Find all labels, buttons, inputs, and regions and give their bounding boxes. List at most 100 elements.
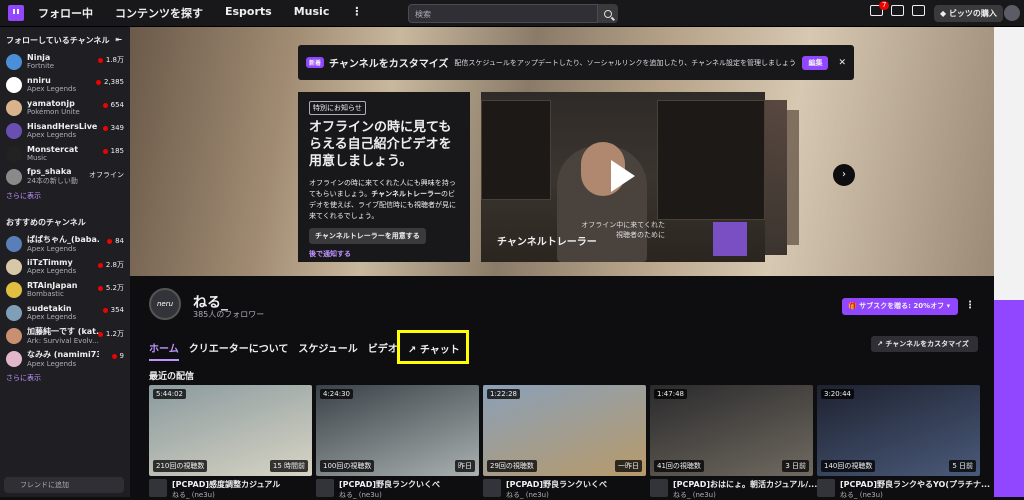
video-thumbnail[interactable]: 5:44:02 210回の視聴数 15 時間前: [149, 385, 312, 476]
chevron-down-icon: ▾: [944, 302, 951, 310]
channel-avatar-icon: [6, 281, 22, 298]
whispers-icon[interactable]: [912, 5, 925, 16]
customize-channel-button[interactable]: ↗ チャンネルをカスタマイズ: [871, 336, 978, 352]
followed-header: フォローしているチャンネル ⇤: [0, 27, 130, 50]
tab-chat[interactable]: ↗ チャット: [397, 330, 469, 364]
show-more-recommended[interactable]: さらに表示: [0, 370, 130, 391]
sidebar-channel-item[interactable]: Ninja Fortnite 1.8万: [0, 50, 130, 73]
play-icon[interactable]: [611, 160, 635, 192]
video-title[interactable]: [PCPAD]野良ランクいくべ: [339, 479, 440, 490]
promo-title: オフラインの時に見てもらえる自己紹介ビデオを用意しましょう。: [309, 120, 452, 169]
add-friend-search[interactable]: フレンドに追加: [4, 477, 124, 493]
channel-avatar-icon: [6, 145, 22, 162]
video-age: 昨日: [455, 460, 475, 472]
channel-name: HisandHersLive: [27, 122, 98, 131]
sidebar-channel-item[interactable]: ぱぱちゃん_(baba... Apex Legends 84: [0, 232, 130, 255]
tab-about[interactable]: クリエーターについて: [189, 340, 289, 361]
video-views: 29回の視聴数: [487, 460, 537, 472]
show-more-followed[interactable]: さらに表示: [0, 188, 130, 209]
video-title[interactable]: [PCPAD]野良ランクやるYO(プラチナ...: [840, 479, 990, 490]
video-thumbnail-row: 5:44:02 210回の視聴数 15 時間前 4:24:30 100回の視聴数 昨日 1:…: [149, 385, 980, 476]
video-channel[interactable]: ねる_ (ne3u): [673, 490, 817, 500]
video-channel[interactable]: ねる_ (ne3u): [840, 490, 990, 500]
carousel-next-preview-2: [787, 110, 799, 245]
gift-sub-button[interactable]: 🎁 サブスクを贈る: 20%オフ ▾: [842, 298, 958, 315]
channel-avatar[interactable]: neru: [149, 288, 181, 320]
more-menu-icon[interactable]: ⋮: [351, 5, 362, 21]
sidebar-channel-item[interactable]: HisandHersLive Apex Legends 349: [0, 119, 130, 142]
trailer-video-player[interactable]: オフライン中に来てくれた視聴者のために チャンネルトレーラー: [481, 92, 765, 262]
video-thumbnail[interactable]: 1:22:28 29回の視聴数 一昨日: [483, 385, 646, 476]
get-bits-button[interactable]: ◆ ビッツの購入: [934, 5, 1003, 22]
search-button[interactable]: [598, 4, 618, 23]
video-channel-avatar[interactable]: [483, 479, 501, 497]
carousel-next-icon[interactable]: ›: [833, 164, 855, 186]
search-input[interactable]: 検索: [408, 4, 598, 23]
channel-game: Pokémon Unite: [27, 108, 80, 116]
video-channel[interactable]: ねる_ (ne3u): [506, 490, 607, 500]
sidebar-channel-item[interactable]: なみみ (namimi73) Apex Legends 9: [0, 347, 130, 370]
sidebar-channel-item[interactable]: iiTzTimmy Apex Legends 2.8万: [0, 255, 130, 278]
sidebar-channel-item[interactable]: sudetakin Apex Legends 354: [0, 301, 130, 324]
top-icons: 7: [870, 1, 925, 16]
video-title[interactable]: [PCPAD]おはにょ。朝活カジュアル/...: [673, 479, 817, 490]
video-channel[interactable]: ねる_ (ne3u): [339, 490, 440, 500]
viewer-count-value: 654: [110, 101, 124, 109]
sidebar-channel-item[interactable]: yamatonjp Pokémon Unite 654: [0, 96, 130, 119]
tab-schedule[interactable]: スケジュール: [298, 340, 357, 361]
sidebar-channel-item[interactable]: RTAinJapan Bombastic 5.2万: [0, 278, 130, 301]
close-icon[interactable]: ✕: [838, 58, 846, 68]
viewer-count: 84: [107, 237, 124, 245]
video-title[interactable]: [PCPAD]野良ランクいくべ: [506, 479, 607, 490]
sidebar-channel-item[interactable]: nniru Apex Legends 2,385: [0, 73, 130, 96]
video-channel-avatar[interactable]: [650, 479, 668, 497]
collapse-arrow-icon[interactable]: ⇤: [115, 35, 122, 46]
live-dot-icon: [102, 125, 108, 131]
video-thumbnail[interactable]: 3:20:44 140回の視聴数 5 日前: [817, 385, 980, 476]
sidebar-channel-item[interactable]: 加藤純一です (kat... Ark: Survival Evolv... 1.2万: [0, 324, 130, 347]
remind-later-link[interactable]: 後で通知する: [309, 249, 459, 259]
follower-count: 385人のフォロワー: [193, 310, 265, 319]
twitch-logo-icon[interactable]: [8, 5, 24, 21]
promo-desc-bold: チャンネルトレーラー: [371, 190, 442, 198]
right-scroll-area: [994, 27, 1024, 497]
channel-game: Bombastic: [27, 290, 64, 298]
viewer-count: 354: [102, 306, 124, 314]
sidebar-channel-item[interactable]: Monstercat Music 185: [0, 142, 130, 165]
customize-channel-label: チャンネルをカスタマイズ: [885, 340, 969, 348]
setup-trailer-button[interactable]: チャンネルトレーラーを用意する: [309, 228, 426, 244]
nav-esports[interactable]: Esports: [225, 5, 272, 21]
video-channel-avatar[interactable]: [149, 479, 167, 497]
video-duration: 1:22:28: [487, 389, 520, 399]
viewer-count-value: 349: [110, 124, 124, 132]
live-dot-icon: [111, 353, 117, 359]
nav-music[interactable]: Music: [294, 5, 330, 21]
video-age: 15 時間前: [269, 460, 308, 472]
user-avatar[interactable]: [1004, 5, 1020, 21]
nav-browse[interactable]: コンテンツを探す: [115, 5, 203, 21]
channel-name: ぱぱちゃん_(baba...: [27, 235, 99, 244]
video-title[interactable]: [PCPAD]感度調整カジュアル: [172, 479, 280, 490]
sidebar-channel-item[interactable]: fps_shaka 24本の新しい動 オフライン: [0, 165, 130, 188]
video-age: 3 日前: [782, 460, 809, 472]
notifications-icon[interactable]: 7: [870, 1, 890, 16]
viewer-count-value: 2.8万: [105, 261, 124, 269]
inbox-icon[interactable]: [891, 5, 904, 16]
video-channel-avatar[interactable]: [316, 479, 334, 497]
video-thumbnail[interactable]: 4:24:30 100回の視聴数 昨日: [316, 385, 479, 476]
channel-avatar-icon: [6, 304, 22, 321]
video-thumbnail[interactable]: 1:47:48 41回の視聴数 3 日前: [650, 385, 813, 476]
friend-search-placeholder: フレンドに追加: [20, 481, 69, 489]
edit-button[interactable]: 編集: [802, 55, 829, 70]
video-channel-avatar[interactable]: [817, 479, 835, 497]
channel-more-icon[interactable]: ⋮: [965, 300, 975, 311]
viewer-count-value: オフライン: [89, 171, 124, 179]
nav-following[interactable]: フォロー中: [38, 5, 93, 21]
video-duration: 3:20:44: [821, 389, 854, 399]
video-views: 140回の視聴数: [821, 460, 876, 472]
video-channel[interactable]: ねる_ (ne3u): [172, 490, 280, 500]
tab-videos[interactable]: ビデオ: [368, 340, 398, 361]
live-dot-icon: [97, 285, 103, 291]
tab-home[interactable]: ホーム: [149, 340, 179, 361]
video-views: 100回の視聴数: [320, 460, 375, 472]
